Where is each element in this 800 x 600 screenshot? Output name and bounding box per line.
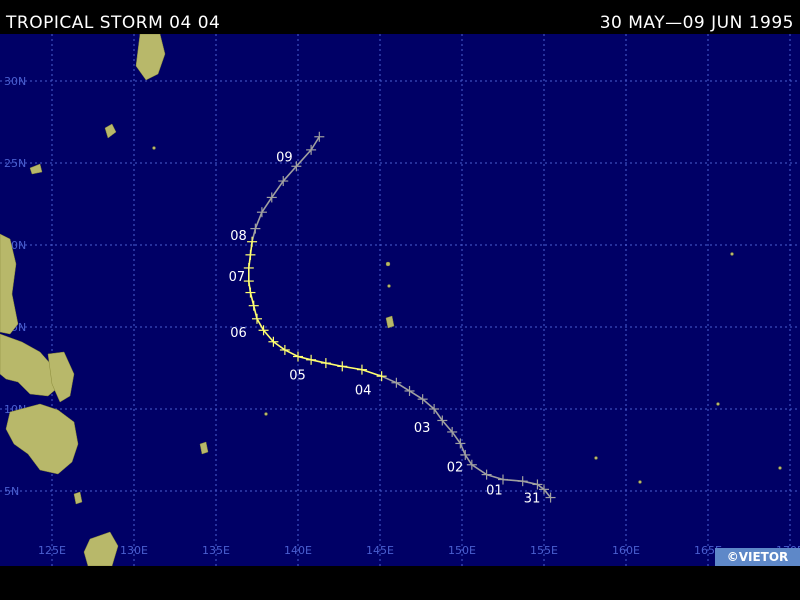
storm-track-map: 125E130E135E140E145E150E155E160E165E170E… (0, 34, 800, 566)
storm-title: TROPICAL STORM 04 04 (6, 13, 221, 33)
latitude-label: 25N (4, 157, 26, 170)
day-label: 09 (276, 151, 293, 166)
land-islet-l (778, 466, 782, 470)
latitude-label: 30N (4, 75, 26, 88)
land-islet-f (385, 261, 391, 267)
land-islet-k (716, 402, 720, 406)
longitude-label: 125E (38, 544, 66, 557)
day-label: 08 (230, 229, 247, 244)
longitude-label: 155E (530, 544, 558, 557)
land-islet-h (264, 412, 268, 416)
day-label: 03 (414, 421, 431, 436)
land-islet-n (638, 480, 642, 484)
longitude-label: 135E (202, 544, 230, 557)
longitude-label: 145E (366, 544, 394, 557)
longitude-label: 160E (612, 544, 640, 557)
longitude-label: 140E (284, 544, 312, 557)
day-label: 07 (229, 270, 246, 285)
land-islet-g (387, 284, 391, 288)
day-label: 05 (289, 369, 306, 384)
longitude-label: 130E (120, 544, 148, 557)
longitude-label: 150E (448, 544, 476, 557)
ocean (0, 34, 800, 566)
land-islet-j (594, 456, 598, 460)
date-range: 30 MAY—09 JUN 1995 (599, 13, 794, 33)
land-islet-m (730, 252, 734, 256)
day-label: 01 (486, 483, 503, 498)
day-label: 31 (524, 492, 541, 507)
day-label: 04 (355, 383, 372, 398)
day-label: 06 (230, 326, 247, 341)
latitude-label: 5N (4, 485, 19, 498)
day-label: 02 (447, 460, 464, 475)
land-islet-i (152, 146, 156, 150)
vietor-credit: ©VIETOR (715, 548, 800, 566)
